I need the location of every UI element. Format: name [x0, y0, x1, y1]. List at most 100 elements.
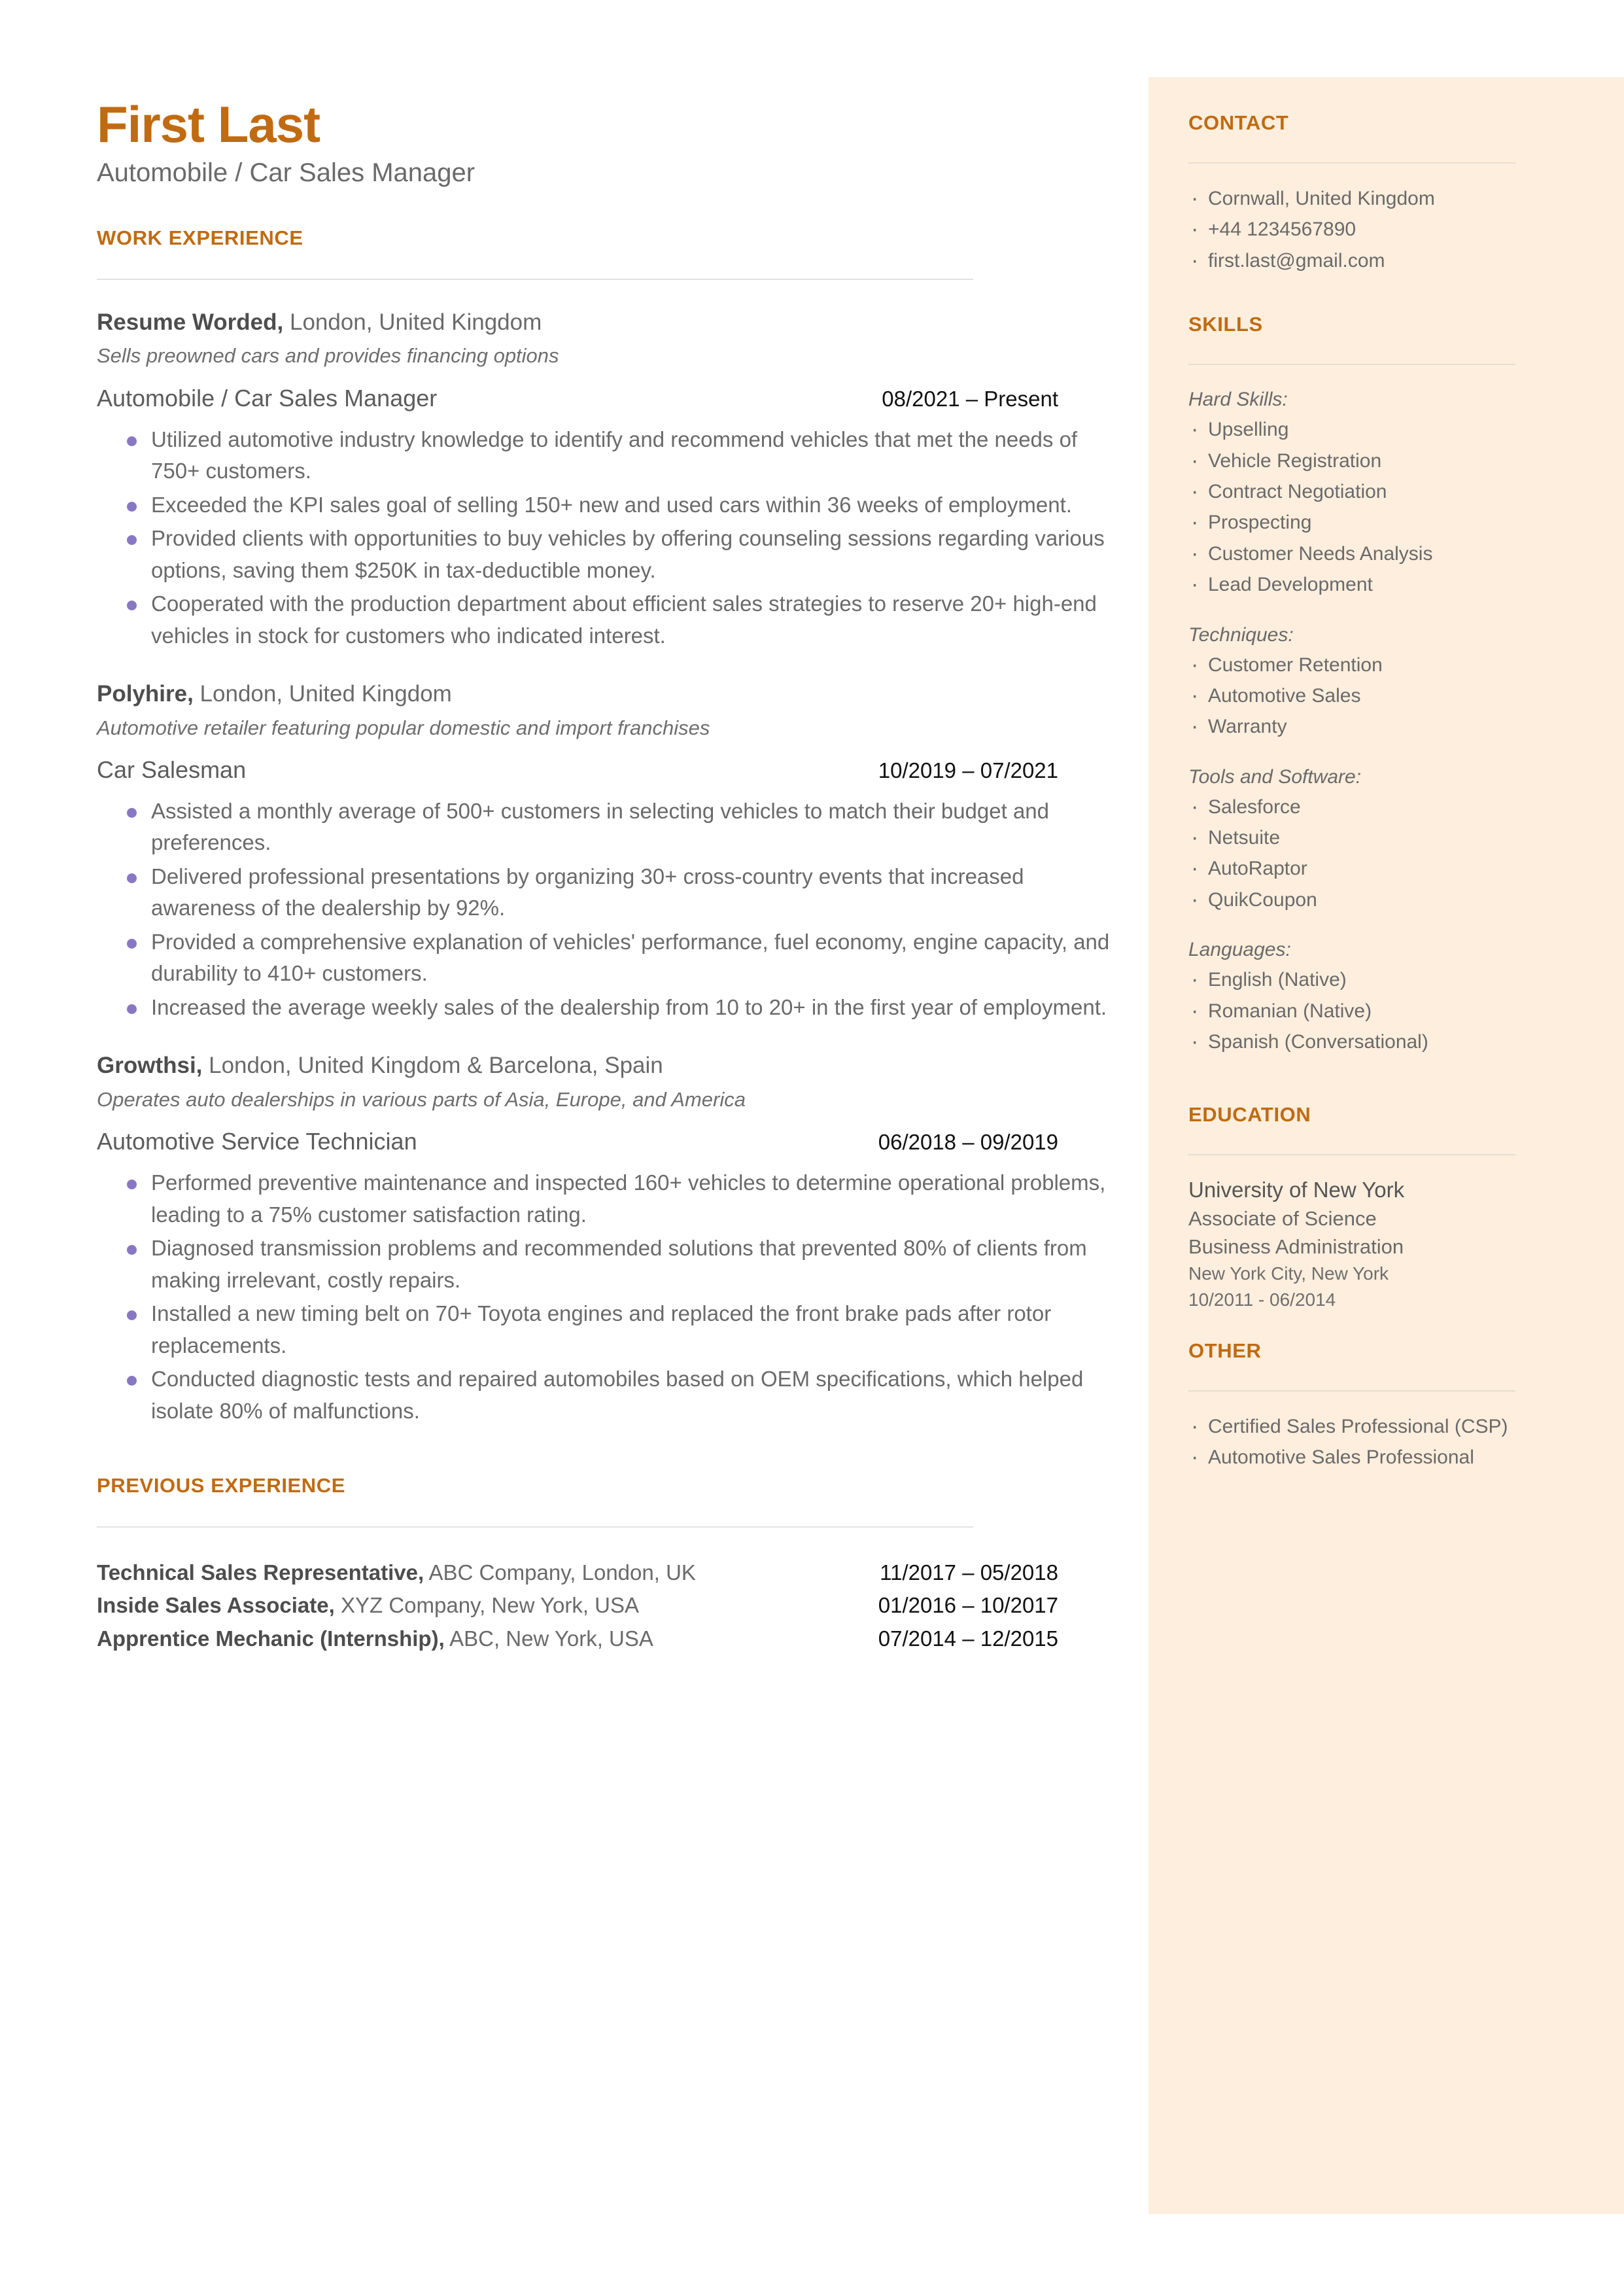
job-bullet: Exceeded the KPI sales goal of selling 1…: [97, 489, 1130, 521]
previous-experience-title: Inside Sales Associate,: [97, 1593, 335, 1618]
job-bullet: Increased the average weekly sales of th…: [97, 992, 1130, 1024]
section-title-previous-experience: PREVIOUS EXPERIENCE: [97, 1474, 346, 1498]
job-bullet: Cooperated with the production departmen…: [97, 588, 1130, 652]
skill-item-list: SalesforceNetsuiteAutoRaptorQuikCoupon: [1188, 790, 1594, 918]
job-company-location: London, United Kingdom: [283, 309, 542, 335]
previous-experience-label: Inside Sales Associate, XYZ Company, New…: [97, 1589, 639, 1622]
job-title-row: Car Salesman 10/2019 – 07/2021: [97, 756, 1058, 784]
job-dates: 08/2021 – Present: [882, 386, 1058, 411]
skill-group: Techniques:Customer RetentionAutomotive …: [1188, 620, 1594, 745]
education-field: Business Administration: [1188, 1235, 1404, 1258]
previous-experience-row: Technical Sales Representative, ABC Comp…: [97, 1556, 1058, 1589]
skill-item: Customer Needs Analysis: [1188, 536, 1594, 572]
job-bullet: Performed preventive maintenance and ins…: [97, 1167, 1130, 1231]
skill-item-list: UpsellingVehicle RegistrationContract Ne…: [1188, 412, 1594, 603]
skill-item: Romanian (Native): [1188, 994, 1594, 1029]
skill-item: QuikCoupon: [1188, 883, 1594, 918]
previous-experience-row: Apprentice Mechanic (Internship), ABC, N…: [97, 1622, 1058, 1655]
section-title-other: OTHER: [1188, 1339, 1262, 1362]
skill-item: Spanish (Conversational): [1188, 1025, 1594, 1060]
previous-experience-row: Inside Sales Associate, XYZ Company, New…: [97, 1589, 1058, 1622]
skill-group-label: Tools and Software:: [1188, 765, 1362, 788]
job-company-name: Resume Worded,: [97, 309, 284, 335]
main-column: First Last Automobile / Car Sales Manage…: [97, 96, 1130, 1655]
job-bullet: Provided clients with opportunities to b…: [97, 523, 1130, 586]
job-bullet: Assisted a monthly average of 500+ custo…: [97, 796, 1130, 859]
job-bullet: Diagnosed transmission problems and reco…: [97, 1233, 1130, 1296]
job-company: Polyhire, London, United Kingdom: [97, 679, 1130, 709]
sidebar-column: CONTACT Cornwall, United Kingdom+44 1234…: [1188, 111, 1594, 1476]
previous-experience-dates: 11/2017 – 05/2018: [880, 1560, 1058, 1585]
education-school: University of New York: [1188, 1178, 1405, 1202]
previous-experience-label: Technical Sales Representative, ABC Comp…: [97, 1556, 696, 1589]
skill-item: Warranty: [1188, 709, 1594, 745]
skill-item: Customer Retention: [1188, 647, 1594, 682]
job-title: Car Salesman: [97, 756, 247, 783]
skill-item: Automotive Sales: [1188, 678, 1594, 714]
other-item: Certified Sales Professional (CSP): [1188, 1409, 1594, 1445]
job-bullet: Conducted diagnostic tests and repaired …: [97, 1363, 1130, 1427]
job-title-row: Automotive Service Technician 06/2018 – 0…: [97, 1128, 1058, 1155]
job-bullet-list: Assisted a monthly average of 500+ custo…: [97, 796, 1130, 1024]
skill-item: Contract Negotiation: [1188, 474, 1594, 510]
section-divider-work-experience: [97, 278, 973, 280]
section-title-work-experience: WORK EXPERIENCE: [97, 226, 303, 249]
other-list: Certified Sales Professional (CSP)Automo…: [1188, 1409, 1594, 1476]
skill-group: Languages:English (Native)Romanian (Nati…: [1188, 935, 1594, 1060]
job-company-name: Growthsi,: [97, 1053, 203, 1079]
resume-page: First Last Automobile / Car Sales Manage…: [0, 0, 1624, 2295]
section-title-contact: CONTACT: [1188, 111, 1289, 134]
previous-experience-dates: 07/2014 – 12/2015: [878, 1626, 1058, 1651]
job-bullet-list: Performed preventive maintenance and ins…: [97, 1167, 1130, 1427]
previous-experience-detail: ABC, New York, USA: [444, 1626, 653, 1651]
job-bullet: Provided a comprehensive explanation of …: [97, 926, 1130, 990]
work-experience-entry: Polyhire, London, United Kingdom Automoti…: [97, 679, 1130, 1023]
skill-item: AutoRaptor: [1188, 851, 1594, 886]
previous-experience-label: Apprentice Mechanic (Internship), ABC, N…: [97, 1622, 653, 1655]
skill-item: Upselling: [1188, 412, 1594, 447]
job-bullet: Utilized automotive industry knowledge t…: [97, 424, 1130, 487]
work-experience-entry: Growthsi, London, United Kingdom & Barce…: [97, 1051, 1130, 1427]
job-company-location: London, United Kingdom: [193, 681, 452, 707]
job-company-location: London, United Kingdom & Barcelona, Spai…: [202, 1053, 663, 1079]
contact-item: first.last@gmail.com: [1188, 243, 1594, 279]
education-entry: University of New York Associate of Scie…: [1188, 1175, 1594, 1313]
section-title-education: EDUCATION: [1188, 1103, 1311, 1127]
skill-item: Vehicle Registration: [1188, 444, 1594, 479]
job-company: Resume Worded, London, United Kingdom: [97, 307, 1130, 338]
previous-experience-detail: ABC Company, London, UK: [424, 1560, 696, 1585]
previous-experience-title: Technical Sales Representative,: [97, 1560, 424, 1585]
skill-item-list: Customer RetentionAutomotive SalesWarran…: [1188, 647, 1594, 745]
skill-item: Prospecting: [1188, 505, 1594, 540]
other-item: Automotive Sales Professional: [1188, 1440, 1594, 1475]
candidate-name: First Last: [97, 96, 320, 153]
skill-group-label: Techniques:: [1188, 623, 1294, 646]
skill-item: Netsuite: [1188, 820, 1594, 856]
previous-experience-detail: XYZ Company, New York, USA: [334, 1593, 640, 1618]
candidate-headline: Automobile / Car Sales Manager: [97, 158, 475, 187]
work-experience-entry: Resume Worded, London, United Kingdom Sel…: [97, 307, 1130, 652]
skill-item: English (Native): [1188, 962, 1594, 998]
section-divider-skills: [1188, 364, 1515, 366]
previous-experience-dates: 01/2016 – 10/2017: [878, 1593, 1058, 1618]
section-divider-other: [1188, 1390, 1515, 1392]
job-company-name: Polyhire,: [97, 681, 194, 707]
section-divider-previous-experience: [97, 1526, 973, 1528]
contact-item: +44 1234567890: [1188, 212, 1594, 247]
previous-experience-title: Apprentice Mechanic (Internship),: [97, 1626, 445, 1651]
job-bullet: Installed a new timing belt on 70+ Toyot…: [97, 1298, 1130, 1361]
contact-list: Cornwall, United Kingdom+44 1234567890fi…: [1188, 181, 1594, 279]
skill-item: Lead Development: [1188, 567, 1594, 603]
skill-item: Salesforce: [1188, 790, 1594, 825]
job-title: Automotive Service Technician: [97, 1128, 417, 1155]
education-dates: 10/2011 - 06/2014: [1188, 1289, 1336, 1310]
job-bullet-list: Utilized automotive industry knowledge t…: [97, 424, 1130, 652]
job-title: Automobile / Car Sales Manager: [97, 384, 438, 412]
job-dates: 10/2019 – 07/2021: [878, 758, 1058, 782]
job-dates: 06/2018 – 09/2019: [878, 1130, 1058, 1155]
job-company: Growthsi, London, United Kingdom & Barce…: [97, 1051, 1130, 1081]
section-divider-education: [1188, 1154, 1515, 1156]
